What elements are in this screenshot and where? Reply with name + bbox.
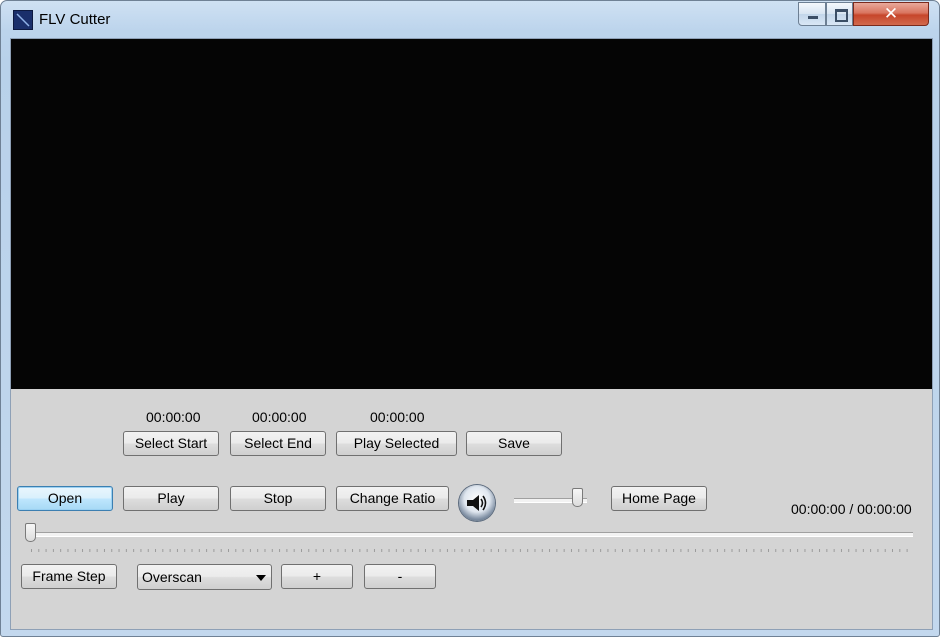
save-button[interactable]: Save [466,431,562,456]
app-window: FLV Cutter ✕ 00:00:00 00:00:00 00:00:00 … [0,0,940,637]
chevron-down-icon [256,575,266,581]
main-panel: 00:00:00 00:00:00 00:00:00 Select Start … [10,38,933,630]
scan-mode-dropdown[interactable]: Overscan [137,564,272,590]
title-bar[interactable]: FLV Cutter ✕ [1,1,939,37]
stop-button[interactable]: Stop [230,486,326,511]
maximize-icon [835,9,848,22]
home-page-button[interactable]: Home Page [611,486,707,511]
play-selected-button[interactable]: Play Selected [336,431,457,456]
play-button[interactable]: Play [123,486,219,511]
seek-slider-ticks [31,549,909,552]
scan-mode-value: Overscan [142,569,202,585]
change-ratio-button[interactable]: Change Ratio [336,486,449,511]
seek-slider-track[interactable] [26,532,913,537]
speaker-icon [467,495,487,511]
app-icon [13,10,33,30]
seek-slider-thumb[interactable] [25,523,36,542]
minimize-button[interactable] [798,2,826,26]
select-start-button[interactable]: Select Start [123,431,219,456]
window-title: FLV Cutter [39,11,111,28]
zoom-out-button[interactable]: - [364,564,436,589]
start-time-label: 00:00:00 [146,409,201,425]
end-time-label: 00:00:00 [252,409,307,425]
open-button[interactable]: Open [17,486,113,511]
close-button[interactable]: ✕ [853,2,929,26]
zoom-in-button[interactable]: + [281,564,353,589]
maximize-button[interactable] [826,2,853,26]
select-end-button[interactable]: Select End [230,431,326,456]
minimize-icon [808,16,818,19]
volume-slider-thumb[interactable] [571,488,583,507]
mute-button[interactable] [459,485,495,521]
frame-step-button[interactable]: Frame Step [21,564,117,589]
video-display[interactable] [11,39,932,389]
close-icon: ✕ [883,4,899,24]
time-display: 00:00:00 / 00:00:00 [791,501,912,517]
play-selected-time-label: 00:00:00 [370,409,425,425]
